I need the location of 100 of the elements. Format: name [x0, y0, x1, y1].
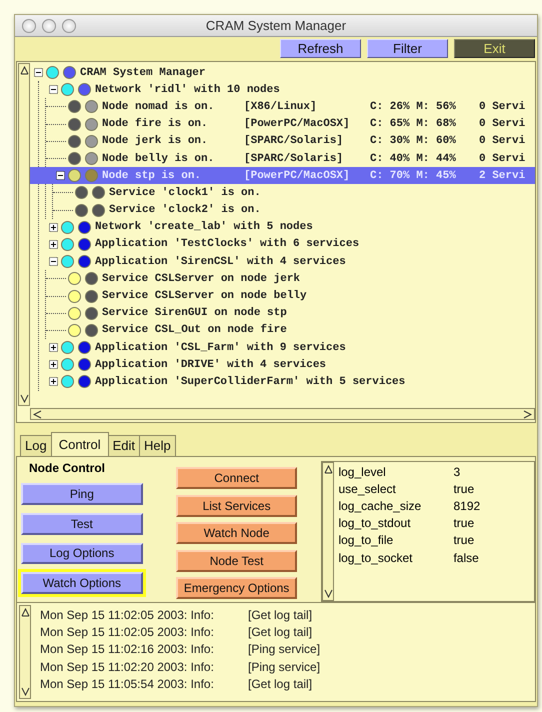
action-button[interactable]: Ping [21, 483, 143, 505]
load-text: C: 40% M: 44% [370, 152, 457, 165]
service-count: 0 Servi [479, 135, 526, 148]
tree-label: Node nomad is on. [102, 100, 216, 113]
expand-toggle[interactable] [48, 377, 58, 386]
log-time: Mon Sep 15 11:02:20 2003: Info: [40, 660, 215, 674]
service-count: 2 Servi [479, 170, 526, 182]
action-button[interactable]: Watch Options [21, 572, 143, 594]
log-message: [Ping service] [248, 642, 320, 656]
load-text: C: 65% M: 68% [370, 118, 457, 130]
load-text: C: 30% M: 60% [370, 135, 457, 148]
tree-label: Service CSL_Out on node fire [102, 324, 287, 336]
property-name: log_level [338, 464, 387, 479]
property-value: false [453, 550, 479, 565]
window-button[interactable] [22, 18, 36, 32]
window-button[interactable] [42, 18, 56, 32]
tab[interactable]: Log [20, 435, 52, 456]
tree-row[interactable]: Application 'SirenCSL' with 4 services [39, 253, 535, 270]
tree-row[interactable]: Application 'SuperColliderFarm' with 5 services [39, 373, 535, 391]
tree-row[interactable]: Service 'clock1' is on. [53, 184, 535, 202]
tree-row[interactable]: Node belly is on. [SPARC/Solaris] C: 40% M: 44% 0 Servi [46, 150, 535, 168]
scroll-arrow-icon[interactable] [21, 608, 30, 617]
tree-label: CRAM System Manager [80, 66, 206, 79]
expand-toggle[interactable] [48, 222, 58, 232]
tree-row[interactable]: Node nomad is on. [X86/Linux] C: 26% M: 56% 0 Servi [46, 98, 535, 116]
tab[interactable]: Control [50, 432, 109, 456]
node-button[interactable]: List Services [176, 494, 298, 516]
window-title: CRAM System Manager [206, 18, 346, 33]
service-count: 0 Servi [479, 100, 526, 113]
service-count: 0 Servi [479, 118, 526, 130]
node-button[interactable]: Node Test [176, 550, 298, 572]
property-name: log_cache_size [338, 498, 422, 513]
tree-row[interactable]: Service 'clock2' is on. [53, 202, 535, 219]
scroll-arrow-icon[interactable] [324, 465, 334, 474]
log-message: [Get log tail] [248, 608, 312, 622]
tree-label: Network 'ridl' with 10 nodes [95, 84, 280, 96]
tree-row[interactable]: Application 'TestClocks' with 6 services [39, 236, 535, 254]
tab[interactable]: Edit [108, 435, 140, 456]
tree-label: Application 'SirenCSL' with 4 services [95, 256, 346, 268]
tree-label: Application 'CSL_Farm' with 9 services [95, 342, 346, 354]
platform-text: [SPARC/Solaris] [244, 152, 344, 165]
tree-row[interactable]: Node jerk is on. [SPARC/Solaris] C: 30% M: 60% 0 Servi [46, 132, 535, 150]
tab[interactable]: Help [139, 435, 176, 456]
property-name: use_select [338, 482, 397, 496]
property-value: true [453, 482, 474, 496]
tree-label: Node stp is on. [102, 170, 202, 182]
tree-row[interactable]: Service SirenGUI on node stp [46, 304, 535, 322]
section-heading: Node Control [29, 461, 106, 475]
property-value: 8192 [453, 498, 480, 513]
tree-row[interactable]: Application 'CSL_Farm' with 9 services [39, 339, 535, 356]
scrollbar[interactable] [322, 462, 334, 601]
collapse-toggle[interactable] [56, 171, 64, 180]
action-button[interactable]: Test [21, 512, 143, 534]
log-message: [Ping service] [248, 660, 320, 674]
tree-row[interactable]: CRAM System Manager [32, 64, 535, 82]
expand-toggle[interactable] [48, 360, 58, 370]
toolbar-button[interactable]: Filter [367, 39, 448, 58]
platform-text: [X86/Linux] [244, 100, 318, 113]
property-name: log_to_stdout [338, 516, 412, 530]
collapse-toggle[interactable] [48, 85, 58, 94]
scroll-arrow-icon[interactable] [20, 66, 29, 75]
tree-row[interactable]: Application 'DRIVE' with 4 services [39, 356, 535, 374]
load-text: C: 70% M: 45% [370, 170, 457, 182]
tree-label: Application 'SuperColliderFarm' with 5 services [95, 376, 406, 388]
tree-row[interactable]: Node fire is on. [PowerPC/MacOSX] C: 65% M: 68% 0 Servi [46, 116, 535, 133]
load-text: C: 26% M: 56% [370, 100, 457, 113]
property-value: 3 [453, 464, 460, 479]
property-value: true [453, 533, 474, 548]
tree-label: Service SirenGUI on node stp [102, 307, 287, 320]
platform-text: [PowerPC/MacOSX] [244, 118, 351, 130]
tree-label: Node jerk is on. [102, 135, 209, 148]
tree-row[interactable]: Network 'ridl' with 10 nodes [39, 81, 535, 98]
collapse-toggle[interactable] [34, 68, 42, 78]
expand-toggle[interactable] [48, 343, 58, 352]
tree-label: Node belly is on. [102, 152, 216, 165]
tree-label: Network 'create_lab' with 5 nodes [95, 221, 313, 234]
service-count: 0 Servi [479, 152, 526, 165]
tree-label: Application 'DRIVE' with 4 services [95, 358, 326, 371]
expand-toggle[interactable] [48, 240, 58, 249]
exit-button[interactable]: Exit [454, 39, 535, 58]
action-button[interactable]: Log Options [21, 542, 143, 564]
tree-row[interactable]: Service CSLServer on node belly [46, 287, 535, 305]
platform-text: [PowerPC/MacOSX] [244, 170, 351, 182]
scrollbar[interactable] [18, 63, 30, 406]
tree-label: Node fire is on. [102, 118, 209, 130]
toolbar-button[interactable]: Refresh [280, 39, 361, 58]
node-button[interactable]: Emergency Options [176, 577, 298, 599]
node-button[interactable]: Watch Node [176, 522, 298, 544]
platform-text: [SPARC/Solaris] [244, 135, 344, 148]
property-value: true [453, 516, 474, 530]
tree-label: Service 'clock1' is on. [109, 186, 261, 199]
tree-row[interactable]: Service CSL_Out on node fire [46, 322, 535, 339]
tree-row[interactable]: Network 'create_lab' with 5 nodes [39, 218, 535, 236]
collapse-toggle[interactable] [48, 257, 58, 266]
window-button[interactable] [62, 18, 76, 32]
scrollbar[interactable] [19, 605, 31, 699]
tree-label: Service 'clock2' is on. [109, 204, 261, 216]
scrollbar[interactable] [30, 408, 535, 420]
tree-row[interactable]: Service CSLServer on node jerk [46, 270, 535, 288]
node-button[interactable]: Connect [176, 467, 298, 489]
